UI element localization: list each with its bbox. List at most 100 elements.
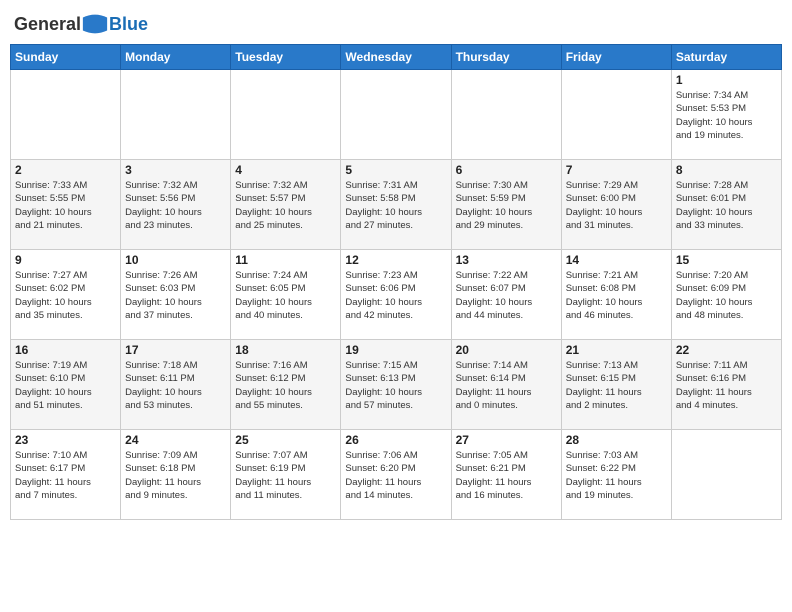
calendar-cell: 8 Sunrise: 7:28 AM Sunset: 6:01 PM Daylig…: [671, 160, 781, 250]
calendar-cell: 3 Sunrise: 7:32 AM Sunset: 5:56 PM Daylig…: [121, 160, 231, 250]
day-number: 26: [345, 433, 446, 447]
day-info: Sunrise: 7:19 AM Sunset: 6:10 PM Dayligh…: [15, 359, 116, 412]
calendar-cell: [121, 70, 231, 160]
calendar-cell: 12Sunrise: 7:23 AM Sunset: 6:06 PM Dayli…: [341, 250, 451, 340]
calendar-cell: 23 Sunrise: 7:10 AM Sunset: 6:17 PM Dayli…: [11, 430, 121, 520]
day-number: 15: [676, 253, 777, 267]
week-row-2: 9 Sunrise: 7:27 AM Sunset: 6:02 PM Daylig…: [11, 250, 782, 340]
day-info: Sunrise: 7:22 AM Sunset: 6:07 PM Dayligh…: [456, 269, 557, 322]
calendar-cell: 6 Sunrise: 7:30 AM Sunset: 5:59 PM Daylig…: [451, 160, 561, 250]
day-number: 24: [125, 433, 226, 447]
week-row-0: 1 Sunrise: 7:34 AM Sunset: 5:53 PM Daylig…: [11, 70, 782, 160]
day-number: 23: [15, 433, 116, 447]
day-info: Sunrise: 7:27 AM Sunset: 6:02 PM Dayligh…: [15, 269, 116, 322]
day-number: 27: [456, 433, 557, 447]
day-info: Sunrise: 7:32 AM Sunset: 5:57 PM Dayligh…: [235, 179, 336, 232]
calendar-cell: [671, 430, 781, 520]
calendar-cell: 14Sunrise: 7:21 AM Sunset: 6:08 PM Dayli…: [561, 250, 671, 340]
calendar-cell: [231, 70, 341, 160]
page-header: General Blue: [10, 10, 782, 38]
day-number: 6: [456, 163, 557, 177]
calendar-cell: 7 Sunrise: 7:29 AM Sunset: 6:00 PM Daylig…: [561, 160, 671, 250]
logo-general: General: [14, 14, 81, 35]
calendar-cell: 1 Sunrise: 7:34 AM Sunset: 5:53 PM Daylig…: [671, 70, 781, 160]
calendar-cell: 21 Sunrise: 7:13 AM Sunset: 6:15 PM Dayli…: [561, 340, 671, 430]
day-number: 16: [15, 343, 116, 357]
day-number: 3: [125, 163, 226, 177]
day-number: 22: [676, 343, 777, 357]
day-info: Sunrise: 7:32 AM Sunset: 5:56 PM Dayligh…: [125, 179, 226, 232]
weekday-header-friday: Friday: [561, 45, 671, 70]
logo: General Blue: [14, 10, 148, 38]
weekday-header-thursday: Thursday: [451, 45, 561, 70]
calendar-cell: 19 Sunrise: 7:15 AM Sunset: 6:13 PM Dayli…: [341, 340, 451, 430]
day-info: Sunrise: 7:30 AM Sunset: 5:59 PM Dayligh…: [456, 179, 557, 232]
calendar-cell: 25Sunrise: 7:07 AM Sunset: 6:19 PM Dayli…: [231, 430, 341, 520]
calendar-cell: 27 Sunrise: 7:05 AM Sunset: 6:21 PM Dayli…: [451, 430, 561, 520]
day-number: 18: [235, 343, 336, 357]
day-number: 11: [235, 253, 336, 267]
day-info: Sunrise: 7:11 AM Sunset: 6:16 PM Dayligh…: [676, 359, 777, 412]
day-info: Sunrise: 7:29 AM Sunset: 6:00 PM Dayligh…: [566, 179, 667, 232]
day-number: 9: [15, 253, 116, 267]
calendar-cell: 18 Sunrise: 7:16 AM Sunset: 6:12 PM Dayli…: [231, 340, 341, 430]
calendar-cell: 13 Sunrise: 7:22 AM Sunset: 6:07 PM Dayli…: [451, 250, 561, 340]
logo-icon: [81, 10, 109, 38]
day-info: Sunrise: 7:10 AM Sunset: 6:17 PM Dayligh…: [15, 449, 116, 502]
day-info: Sunrise: 7:34 AM Sunset: 5:53 PM Dayligh…: [676, 89, 777, 142]
day-info: Sunrise: 7:05 AM Sunset: 6:21 PM Dayligh…: [456, 449, 557, 502]
day-number: 17: [125, 343, 226, 357]
day-info: Sunrise: 7:16 AM Sunset: 6:12 PM Dayligh…: [235, 359, 336, 412]
day-info: Sunrise: 7:09 AM Sunset: 6:18 PM Dayligh…: [125, 449, 226, 502]
day-number: 8: [676, 163, 777, 177]
calendar-table: SundayMondayTuesdayWednesdayThursdayFrid…: [10, 44, 782, 520]
day-number: 2: [15, 163, 116, 177]
day-info: Sunrise: 7:06 AM Sunset: 6:20 PM Dayligh…: [345, 449, 446, 502]
day-number: 19: [345, 343, 446, 357]
day-number: 20: [456, 343, 557, 357]
calendar-cell: [341, 70, 451, 160]
week-row-3: 16 Sunrise: 7:19 AM Sunset: 6:10 PM Dayli…: [11, 340, 782, 430]
day-info: Sunrise: 7:03 AM Sunset: 6:22 PM Dayligh…: [566, 449, 667, 502]
day-info: Sunrise: 7:33 AM Sunset: 5:55 PM Dayligh…: [15, 179, 116, 232]
week-row-4: 23 Sunrise: 7:10 AM Sunset: 6:17 PM Dayli…: [11, 430, 782, 520]
calendar-cell: 2 Sunrise: 7:33 AM Sunset: 5:55 PM Daylig…: [11, 160, 121, 250]
week-row-1: 2 Sunrise: 7:33 AM Sunset: 5:55 PM Daylig…: [11, 160, 782, 250]
day-info: Sunrise: 7:14 AM Sunset: 6:14 PM Dayligh…: [456, 359, 557, 412]
day-number: 1: [676, 73, 777, 87]
weekday-header-sunday: Sunday: [11, 45, 121, 70]
calendar-cell: 10Sunrise: 7:26 AM Sunset: 6:03 PM Dayli…: [121, 250, 231, 340]
calendar-cell: 26 Sunrise: 7:06 AM Sunset: 6:20 PM Dayli…: [341, 430, 451, 520]
day-info: Sunrise: 7:15 AM Sunset: 6:13 PM Dayligh…: [345, 359, 446, 412]
weekday-header-saturday: Saturday: [671, 45, 781, 70]
day-info: Sunrise: 7:26 AM Sunset: 6:03 PM Dayligh…: [125, 269, 226, 322]
calendar-cell: 11 Sunrise: 7:24 AM Sunset: 6:05 PM Dayli…: [231, 250, 341, 340]
weekday-header-monday: Monday: [121, 45, 231, 70]
calendar-cell: 24 Sunrise: 7:09 AM Sunset: 6:18 PM Dayli…: [121, 430, 231, 520]
calendar-cell: 28Sunrise: 7:03 AM Sunset: 6:22 PM Dayli…: [561, 430, 671, 520]
calendar-cell: 20 Sunrise: 7:14 AM Sunset: 6:14 PM Dayli…: [451, 340, 561, 430]
day-number: 7: [566, 163, 667, 177]
day-info: Sunrise: 7:07 AM Sunset: 6:19 PM Dayligh…: [235, 449, 336, 502]
calendar-cell: [561, 70, 671, 160]
day-number: 21: [566, 343, 667, 357]
day-number: 13: [456, 253, 557, 267]
day-number: 5: [345, 163, 446, 177]
calendar-cell: 16 Sunrise: 7:19 AM Sunset: 6:10 PM Dayli…: [11, 340, 121, 430]
calendar-cell: [11, 70, 121, 160]
day-number: 4: [235, 163, 336, 177]
day-info: Sunrise: 7:23 AM Sunset: 6:06 PM Dayligh…: [345, 269, 446, 322]
day-info: Sunrise: 7:13 AM Sunset: 6:15 PM Dayligh…: [566, 359, 667, 412]
day-info: Sunrise: 7:21 AM Sunset: 6:08 PM Dayligh…: [566, 269, 667, 322]
day-info: Sunrise: 7:31 AM Sunset: 5:58 PM Dayligh…: [345, 179, 446, 232]
calendar-body: 1 Sunrise: 7:34 AM Sunset: 5:53 PM Daylig…: [11, 70, 782, 520]
day-info: Sunrise: 7:28 AM Sunset: 6:01 PM Dayligh…: [676, 179, 777, 232]
weekday-header-row: SundayMondayTuesdayWednesdayThursdayFrid…: [11, 45, 782, 70]
day-info: Sunrise: 7:18 AM Sunset: 6:11 PM Dayligh…: [125, 359, 226, 412]
calendar-cell: 4 Sunrise: 7:32 AM Sunset: 5:57 PM Daylig…: [231, 160, 341, 250]
day-info: Sunrise: 7:20 AM Sunset: 6:09 PM Dayligh…: [676, 269, 777, 322]
calendar-cell: 17 Sunrise: 7:18 AM Sunset: 6:11 PM Dayli…: [121, 340, 231, 430]
day-info: Sunrise: 7:24 AM Sunset: 6:05 PM Dayligh…: [235, 269, 336, 322]
logo-blue: Blue: [109, 14, 148, 35]
calendar-cell: [451, 70, 561, 160]
